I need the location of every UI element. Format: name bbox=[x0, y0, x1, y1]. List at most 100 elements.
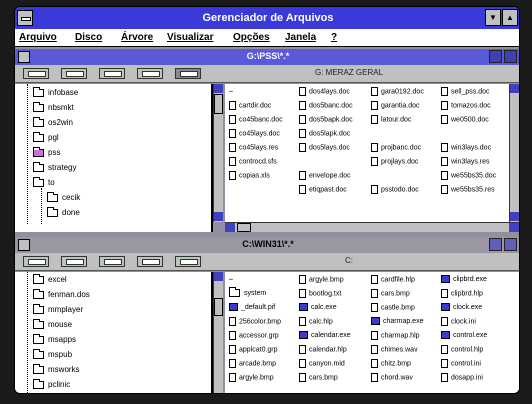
window-top-files-scrollbar[interactable] bbox=[509, 84, 519, 222]
drive-icon[interactable] bbox=[61, 256, 87, 267]
file-item[interactable]: dosapp.ini bbox=[441, 373, 483, 384]
menu-help[interactable]: ? bbox=[331, 32, 337, 43]
window-top-file-list[interactable]: .. cartdir.doc co45banc.doc co45lays.doc… bbox=[225, 84, 509, 222]
tree-item[interactable]: mouse bbox=[33, 318, 72, 332]
tree-item[interactable]: nbsmkt bbox=[33, 101, 74, 115]
window-bottom-file-list[interactable]: .. system _default.pif 256color.bmp acce… bbox=[225, 272, 519, 393]
file-item[interactable]: garantia.doc bbox=[371, 101, 420, 112]
file-item[interactable]: dos5bapk.doc bbox=[299, 115, 353, 126]
file-item[interactable]: we55bs35.res bbox=[441, 185, 495, 196]
menu-disco[interactable]: Disco bbox=[75, 32, 102, 43]
file-item[interactable]: .. bbox=[229, 275, 233, 286]
file-item[interactable]: clipbrd.hlp bbox=[441, 289, 483, 300]
file-item[interactable]: charmap.hlp bbox=[371, 331, 420, 342]
file-item[interactable]: etiqpast.doc bbox=[299, 185, 347, 196]
drive-icon[interactable] bbox=[99, 68, 125, 79]
window-top-minimize-button[interactable] bbox=[489, 50, 502, 63]
file-item[interactable]: dos5lays.doc bbox=[299, 143, 350, 154]
file-item[interactable]: system bbox=[229, 287, 266, 300]
file-item[interactable]: canyon.mid bbox=[299, 359, 345, 370]
tree-item[interactable]: cecik bbox=[47, 191, 80, 205]
file-item[interactable]: calc.exe bbox=[299, 303, 337, 314]
file-item[interactable]: dos4lays.doc bbox=[299, 87, 350, 98]
window-top-horizontal-scrollbar[interactable] bbox=[225, 222, 519, 232]
scroll-thumb[interactable] bbox=[214, 298, 223, 316]
tree-item[interactable]: pclinic bbox=[33, 378, 70, 392]
file-item[interactable]: charmap.exe bbox=[371, 317, 423, 328]
file-item[interactable]: calendar.hlp bbox=[299, 345, 347, 356]
file-item[interactable]: dos5banc.doc bbox=[299, 101, 353, 112]
scroll-right-arrow[interactable] bbox=[509, 223, 519, 232]
file-item[interactable]: accessor.grp bbox=[229, 331, 279, 342]
tree-item[interactable]: mspub bbox=[33, 348, 72, 362]
file-item[interactable]: envelope.doc bbox=[299, 171, 351, 182]
file-item[interactable]: sell_pss.doc bbox=[441, 87, 490, 98]
file-item[interactable]: win3lays.doc bbox=[441, 143, 491, 154]
menu-janela[interactable]: Janela bbox=[285, 32, 316, 43]
file-item[interactable]: castle.bmp bbox=[371, 303, 415, 314]
drive-icon[interactable] bbox=[23, 256, 49, 267]
file-item[interactable]: control.hlp bbox=[441, 345, 483, 356]
file-item[interactable]: projbanc.doc bbox=[371, 143, 421, 154]
file-item[interactable]: projlays.doc bbox=[371, 157, 418, 168]
file-item[interactable]: argyle.bmp bbox=[299, 275, 344, 286]
file-item[interactable]: co45banc.doc bbox=[229, 115, 283, 126]
drive-icon[interactable] bbox=[175, 256, 201, 267]
tree-item[interactable]: msapps bbox=[33, 333, 76, 347]
window-top-titlebar[interactable]: G:\PSS\*.* bbox=[15, 49, 519, 65]
file-item[interactable]: calc.hlp bbox=[299, 317, 333, 328]
file-item[interactable]: cars.bmp bbox=[299, 373, 338, 384]
file-item[interactable]: psstodo.doc bbox=[371, 185, 419, 196]
scroll-up-arrow[interactable] bbox=[214, 272, 223, 281]
window-bottom-tree-scrollbar[interactable] bbox=[213, 272, 223, 393]
file-item[interactable]: argyle.bmp bbox=[229, 373, 274, 384]
file-item[interactable]: chimes.wav bbox=[371, 345, 418, 356]
file-item[interactable]: control.exe bbox=[441, 331, 487, 342]
maximize-button[interactable]: ▲ bbox=[502, 9, 518, 26]
window-bottom-minimize-button[interactable] bbox=[489, 238, 502, 251]
window-bottom-titlebar[interactable]: C:\WIN31\*.* bbox=[15, 237, 519, 253]
file-item[interactable]: we0500.doc bbox=[441, 115, 489, 126]
file-item[interactable]: bootlog.txt bbox=[299, 289, 341, 300]
tree-item[interactable]: infobase bbox=[33, 86, 78, 100]
drive-icon[interactable] bbox=[137, 68, 163, 79]
file-item[interactable]: cartdir.doc bbox=[229, 101, 271, 112]
tree-item[interactable]: pgl bbox=[33, 131, 59, 145]
drive-icon[interactable] bbox=[23, 68, 49, 79]
tree-item-selected[interactable]: pss bbox=[33, 146, 60, 160]
scroll-thumb[interactable] bbox=[237, 223, 251, 232]
scroll-left-arrow[interactable] bbox=[225, 223, 235, 232]
file-item[interactable]: clock.exe bbox=[441, 303, 482, 314]
file-item[interactable]: arcade.bmp bbox=[229, 359, 276, 370]
file-item[interactable]: dos5lapk.doc bbox=[299, 129, 350, 140]
file-item[interactable]: win3lays.res bbox=[441, 157, 490, 168]
scroll-thumb[interactable] bbox=[214, 94, 223, 114]
file-item[interactable]: calendar.exe bbox=[299, 331, 351, 342]
file-item[interactable]: tomazos.doc bbox=[441, 101, 491, 112]
drive-icon[interactable] bbox=[99, 256, 125, 267]
tree-item[interactable]: done bbox=[47, 206, 80, 220]
file-item[interactable]: control.ini bbox=[441, 359, 481, 370]
menu-arquivo[interactable]: Arquivo bbox=[19, 32, 57, 43]
window-top-maximize-button[interactable] bbox=[504, 50, 517, 63]
scroll-down-arrow[interactable] bbox=[510, 212, 519, 221]
file-item[interactable]: chitz.bmp bbox=[371, 359, 411, 370]
file-item[interactable]: copias.xls bbox=[229, 171, 270, 182]
scroll-up-arrow[interactable] bbox=[214, 84, 223, 93]
menu-visualizar[interactable]: Visualizar bbox=[167, 32, 214, 43]
file-item[interactable]: clipbrd.exe bbox=[441, 275, 487, 286]
file-item[interactable]: controcd.sfs bbox=[229, 157, 277, 168]
tree-item[interactable]: msworks bbox=[33, 363, 80, 377]
file-item[interactable]: latour.doc bbox=[371, 115, 411, 126]
tree-item[interactable]: mmplayer bbox=[33, 303, 83, 317]
drive-icon[interactable] bbox=[137, 256, 163, 267]
tree-item[interactable]: os2win bbox=[33, 116, 73, 130]
scroll-down-arrow[interactable] bbox=[214, 212, 223, 221]
window-bottom-maximize-button[interactable] bbox=[504, 238, 517, 251]
tree-item[interactable]: excel bbox=[33, 273, 67, 287]
file-item[interactable]: co45lays.doc bbox=[229, 129, 280, 140]
file-item[interactable]: gara0192.doc bbox=[371, 87, 424, 98]
tree-item[interactable]: strategy bbox=[33, 161, 76, 175]
drive-icon-selected[interactable] bbox=[175, 68, 201, 79]
minimize-button[interactable]: ▼ bbox=[485, 9, 501, 26]
